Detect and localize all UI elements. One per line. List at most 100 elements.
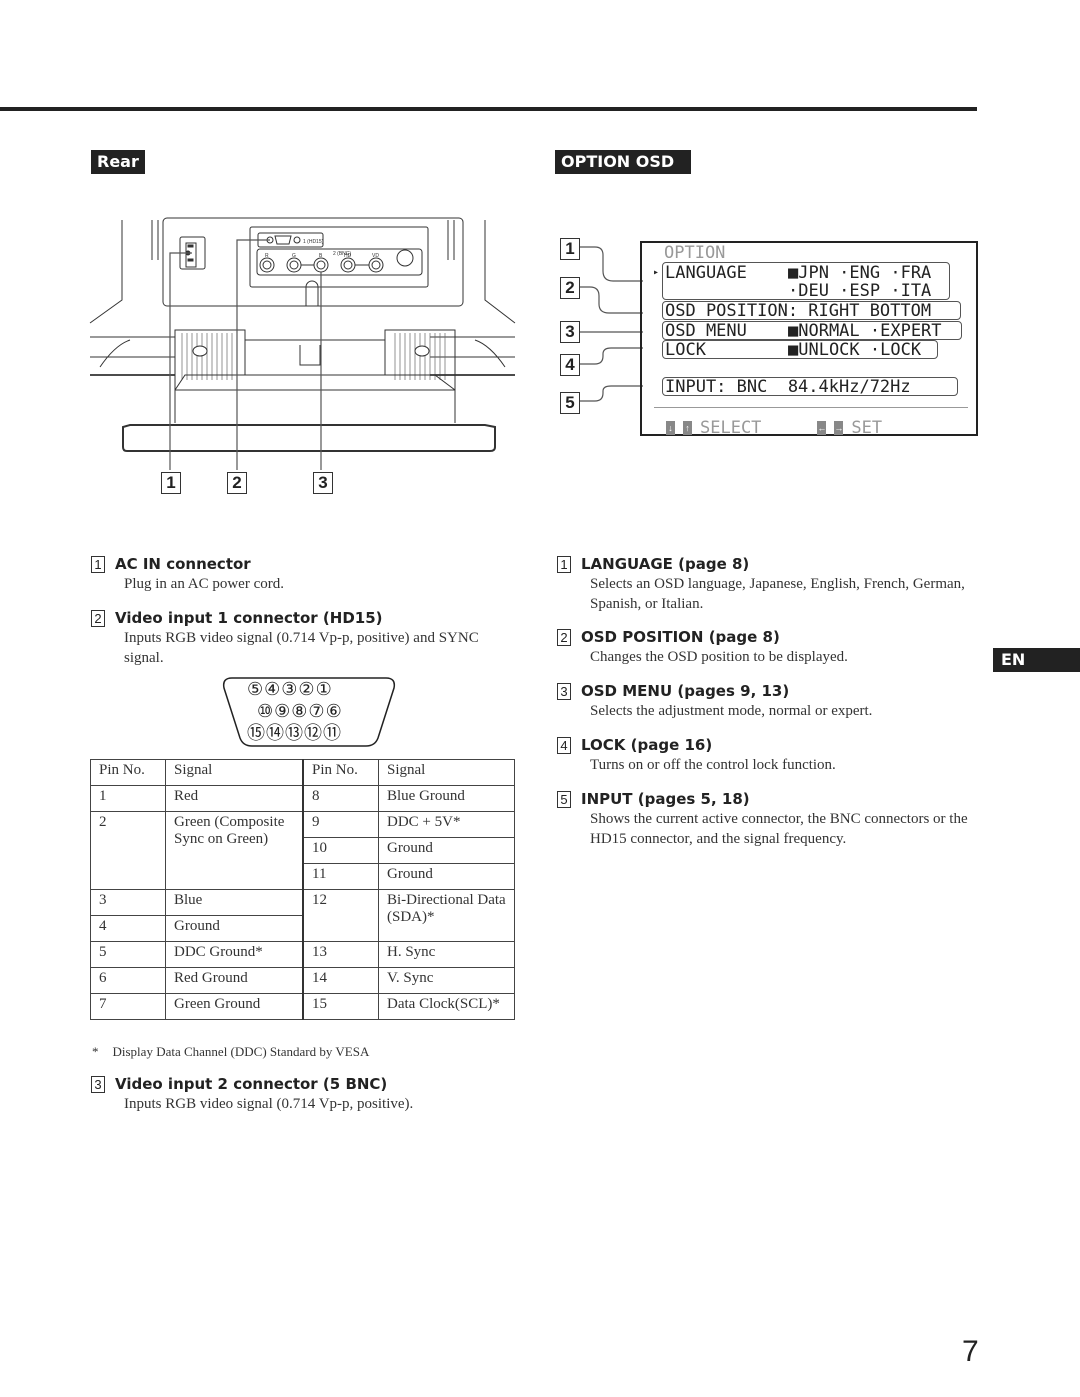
header-cell: Pin No. bbox=[90, 759, 166, 786]
selection-arrow-icon: ▸ bbox=[653, 267, 660, 278]
table-cell: 15 bbox=[302, 993, 379, 1020]
bnc-pin-label: HD bbox=[344, 253, 352, 259]
table-cell: Ground bbox=[378, 837, 515, 864]
item-title: Video input 2 connector (5 BNC) bbox=[115, 1075, 388, 1093]
pin-row-1: ⑤④③②① bbox=[247, 679, 333, 700]
rear-item-ac-in: 1 AC IN connector Plug in an AC power cor… bbox=[91, 554, 284, 594]
item-number: 3 bbox=[91, 1075, 105, 1093]
table-header-row: Pin No. Signal Pin No. Signal bbox=[90, 759, 515, 786]
table-cell: Blue Ground bbox=[378, 785, 515, 812]
pin-row-3: ⑮⑭⑬⑫⑪ bbox=[247, 723, 342, 744]
item-description: Inputs RGB video signal (0.714 Vp-p, pos… bbox=[124, 630, 479, 666]
item-number: 1 bbox=[91, 555, 105, 573]
item-description: Shows the current active connector, the … bbox=[590, 811, 968, 847]
osd-lock-row[interactable]: LOCK ■UNLOCK ·LOCK bbox=[662, 340, 938, 360]
item-number: 1 bbox=[557, 555, 571, 573]
rear-item-hd15: 2 Video input 1 connector (HD15) Inputs R… bbox=[91, 608, 491, 668]
bnc-pin-label: G bbox=[292, 253, 296, 259]
osd-input-row[interactable]: INPUT: BNC 84.4kHz/72Hz bbox=[662, 377, 958, 397]
osd-callout-4: 4 bbox=[560, 354, 580, 376]
osd-item-position: 2 OSD POSITION (page 8) Changes the OSD p… bbox=[557, 627, 848, 667]
item-title: INPUT (pages 5, 18) bbox=[581, 790, 750, 808]
osd-menu-row[interactable]: OSD MENU ■NORMAL ·EXPERT bbox=[662, 321, 962, 341]
table-cell: Green Ground bbox=[165, 993, 304, 1020]
osd-lock-label: LOCK bbox=[665, 340, 706, 360]
item-title: LANGUAGE (page 8) bbox=[581, 555, 750, 573]
bnc-pin-label: R bbox=[265, 253, 269, 259]
left-arrow-icon: ← bbox=[817, 421, 827, 435]
item-number: 3 bbox=[557, 682, 571, 700]
osd-lock-options: ■UNLOCK ·LOCK bbox=[788, 340, 922, 360]
table-cell: 14 bbox=[302, 967, 379, 994]
table-cell: 1 bbox=[90, 785, 166, 812]
pin-row-2: ⑩⑨⑧⑦⑥ bbox=[257, 701, 343, 722]
table-row: 7 Green Ground 15 Data Clock(SCL)* bbox=[90, 993, 515, 1020]
table-cell: Red Ground bbox=[165, 967, 304, 994]
item-number: 4 bbox=[557, 736, 571, 754]
language-tab-en: EN bbox=[993, 648, 1080, 672]
down-arrow-icon: ↓ bbox=[666, 421, 675, 435]
rear-section-label: Rear bbox=[91, 150, 145, 174]
osd-callout-2: 2 bbox=[560, 277, 580, 299]
pin-assignment-table: Pin No. Signal Pin No. Signal 1 Red 8 Blue… bbox=[90, 759, 515, 1020]
osd-position-row[interactable]: OSD POSITION: RIGHT BOTTOM bbox=[662, 301, 961, 321]
table-row: 1 Red 8 Blue Ground bbox=[90, 785, 515, 812]
osd-set-label: SET bbox=[851, 418, 883, 438]
osd-menu-options: ■NORMAL ·EXPERT bbox=[788, 321, 942, 341]
table-cell: Blue bbox=[165, 889, 304, 916]
table-cell: Ground bbox=[378, 863, 515, 890]
table-cell: 10 bbox=[302, 837, 379, 864]
osd-screen: OPTION ▸ LANGUAGE ■JPN ·ENG ·FRA ·DEU ·E… bbox=[640, 241, 978, 438]
header-cell: Signal bbox=[378, 759, 515, 786]
table-row: 3 Blue 12 Bi-Directional Data (SDA)* bbox=[90, 889, 515, 942]
table-cell: Bi-Directional Data (SDA)* bbox=[378, 889, 515, 942]
osd-language-label: LANGUAGE bbox=[665, 263, 747, 283]
hd15-port-label: 1 (HD15) bbox=[303, 239, 324, 245]
table-cell: 13 bbox=[302, 941, 379, 968]
osd-item-language: 1 LANGUAGE (page 8) Selects an OSD langua… bbox=[557, 554, 965, 614]
table-cell: 12 bbox=[302, 889, 379, 942]
callout-2: 2 bbox=[227, 472, 247, 494]
table-cell: Red bbox=[165, 785, 304, 812]
callout-3: 3 bbox=[313, 472, 333, 494]
table-cell: Ground bbox=[165, 915, 304, 942]
table-row: 5 DDC Ground* 13 H. Sync bbox=[90, 941, 515, 968]
osd-item-menu: 3 OSD MENU (pages 9, 13) Selects the adju… bbox=[557, 681, 872, 721]
osd-language-options-2: ·DEU ·ESP ·ITA bbox=[788, 281, 932, 301]
osd-language-options-1: ■JPN ·ENG ·FRA bbox=[788, 263, 932, 283]
osd-language-row[interactable]: ▸ LANGUAGE ■JPN ·ENG ·FRA ·DEU ·ESP ·ITA bbox=[653, 262, 950, 301]
item-title: Video input 1 connector (HD15) bbox=[115, 609, 383, 627]
table-row: 2 Green (Composite Sync on Green) 9 DDC + … bbox=[90, 811, 515, 890]
item-number: 2 bbox=[557, 628, 571, 646]
option-osd-section-label: OPTION OSD bbox=[555, 150, 692, 174]
bnc-pin-label: VD bbox=[372, 253, 379, 259]
item-number: 2 bbox=[91, 609, 105, 627]
item-description: Changes the OSD position to be displayed… bbox=[590, 649, 848, 665]
osd-callout-1: 1 bbox=[560, 238, 580, 260]
item-title: AC IN connector bbox=[115, 555, 251, 573]
item-description: Selects an OSD language, Japanese, Engli… bbox=[590, 576, 965, 612]
table-cell: Green (Composite Sync on Green) bbox=[165, 811, 304, 890]
header-cell: Pin No. bbox=[302, 759, 379, 786]
item-description: Turns on or off the control lock functio… bbox=[590, 757, 836, 773]
item-title: LOCK (page 16) bbox=[581, 736, 713, 754]
item-title: OSD POSITION (page 8) bbox=[581, 628, 780, 646]
osd-divider bbox=[654, 407, 968, 408]
table-cell: 3 bbox=[90, 889, 166, 916]
hd15-pin-numbers: ⑤④③②① ⑩⑨⑧⑦⑥ ⑮⑭⑬⑫⑪ bbox=[247, 679, 343, 745]
osd-input-text: INPUT: BNC 84.4kHz/72Hz bbox=[665, 377, 911, 397]
table-cell: H. Sync bbox=[378, 941, 515, 968]
table-cell: 6 bbox=[90, 967, 166, 994]
table-cell: 2 bbox=[90, 811, 166, 890]
table-cell: Data Clock(SCL)* bbox=[378, 993, 515, 1020]
table-cell: DDC + 5V* bbox=[378, 811, 515, 838]
table-cell: V. Sync bbox=[378, 967, 515, 994]
table-cell: 5 bbox=[90, 941, 166, 968]
callout-1: 1 bbox=[161, 472, 181, 494]
osd-menu-label: OSD MENU bbox=[665, 321, 747, 341]
monitor-rear-diagram: 1 (HD15) 2 (BNC) R G B HD VD bbox=[89, 217, 516, 470]
osd-select-label: SELECT bbox=[700, 418, 762, 438]
rear-item-bnc: 3 Video input 2 connector (5 BNC) Inputs … bbox=[91, 1074, 413, 1114]
table-cell: 9 bbox=[302, 811, 379, 838]
table-cell: 11 bbox=[302, 863, 379, 890]
